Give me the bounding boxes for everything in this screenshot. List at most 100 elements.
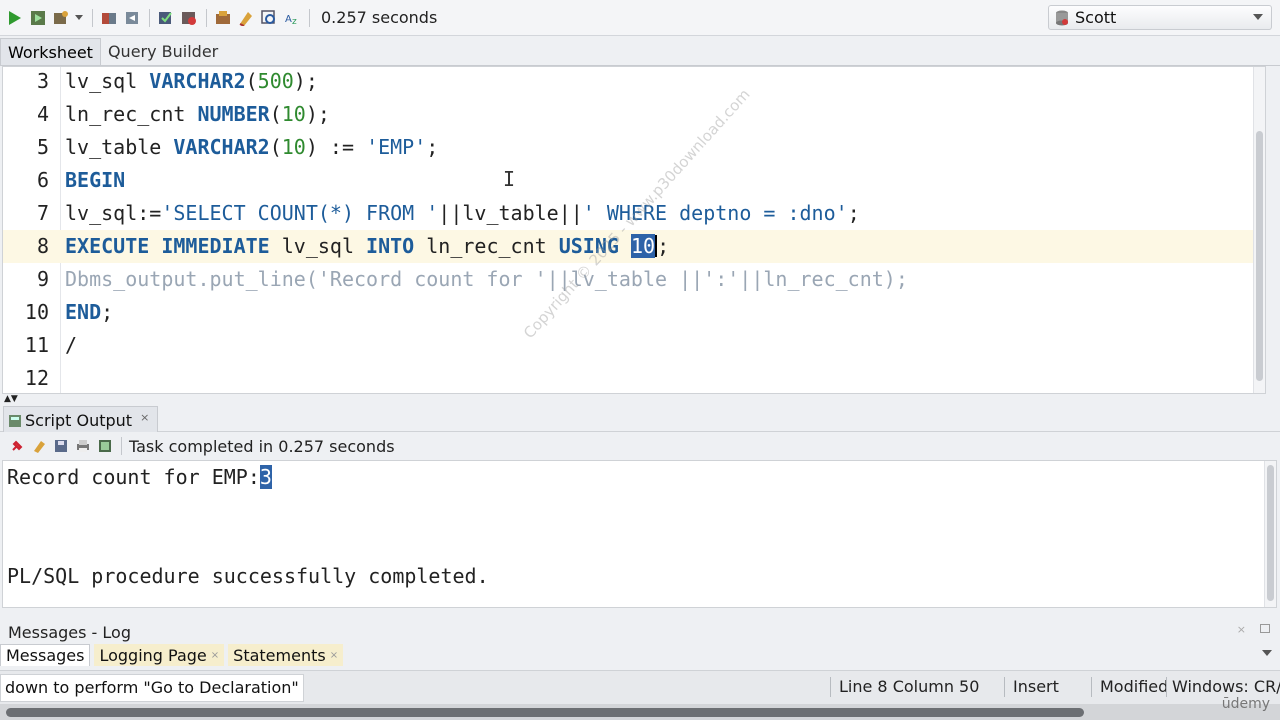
modified-status: Modified: [1100, 677, 1169, 696]
sql-editor[interactable]: 3 lv_sql VARCHAR2(500); 4 ln_rec_cnt NUMBER…: [2, 66, 1266, 394]
code-text: lv_table VARCHAR2(10) := 'EMP';: [65, 131, 438, 164]
format-icon[interactable]: [235, 7, 256, 29]
code-token: ln_rec_cnt: [426, 234, 559, 258]
code-token: Dbms_output.put_line('Record count for '…: [65, 267, 908, 291]
close-icon[interactable]: ×: [330, 650, 338, 661]
autotrace-icon[interactable]: [50, 7, 71, 29]
tab-worksheet[interactable]: Worksheet: [0, 38, 101, 65]
code-token: 10: [281, 102, 306, 126]
code-line[interactable]: 6 BEGIN: [3, 164, 1255, 197]
code-token: 10: [281, 135, 306, 159]
script-output-icon: [9, 414, 21, 427]
code-line[interactable]: 10 END;: [3, 296, 1255, 329]
database-connection-icon: [1056, 10, 1068, 25]
window-horizontal-scrollbar[interactable]: [0, 704, 1280, 720]
tab-messages[interactable]: Messages: [0, 644, 91, 666]
code-line[interactable]: 4 ln_rec_cnt NUMBER(10);: [3, 98, 1255, 131]
line-number: 11: [24, 333, 49, 357]
scrollbar-thumb[interactable]: [1256, 131, 1263, 381]
tuning-advisor-icon[interactable]: [178, 7, 199, 29]
script-output-header: Script Output ×: [0, 404, 1280, 432]
edit-mode[interactable]: Insert: [1013, 677, 1059, 696]
toolbar-divider: [206, 8, 207, 27]
print-icon[interactable]: [72, 436, 94, 456]
code-token: );: [293, 69, 318, 93]
code-line[interactable]: 11 /: [3, 329, 1255, 362]
clear-output-icon[interactable]: [28, 436, 50, 456]
explain-plan-icon[interactable]: [155, 7, 176, 29]
chevron-down-icon[interactable]: [1262, 650, 1272, 656]
open-output-icon[interactable]: [94, 436, 116, 456]
code-token: /: [65, 333, 78, 357]
output-text: Record count for EMP:: [7, 465, 260, 489]
code-line[interactable]: 12: [3, 362, 1255, 393]
code-token: VARCHAR2: [149, 69, 246, 93]
split-toggle-icon[interactable]: ▲▼: [4, 394, 18, 404]
close-icon[interactable]: ×: [1237, 623, 1246, 636]
code-token: ;: [847, 201, 860, 225]
maximize-icon[interactable]: [1260, 624, 1270, 633]
tab-statements[interactable]: Statements ×: [228, 644, 344, 666]
output-line: Record count for EMP:3: [7, 465, 272, 489]
commit-icon[interactable]: [98, 7, 119, 29]
code-text: /: [65, 329, 77, 362]
code-token: lv_sql:=: [65, 201, 162, 225]
code-line[interactable]: 7 lv_sql:='SELECT COUNT(*) FROM '||lv_tab…: [3, 197, 1255, 230]
line-number: 4: [36, 102, 49, 126]
connection-selector[interactable]: Scott: [1048, 5, 1272, 30]
status-divider: [1091, 677, 1092, 697]
script-output-content[interactable]: Record count for EMP:3 PL/SQL procedure s…: [2, 460, 1277, 608]
close-icon[interactable]: ×: [211, 650, 219, 661]
line-number: 6: [36, 168, 49, 192]
connection-name: Scott: [1075, 8, 1117, 27]
status-divider: [1166, 677, 1167, 697]
line-number: 10: [24, 300, 49, 324]
line-number: 5: [36, 135, 49, 159]
cursor-position: Line 8 Column 50: [839, 677, 980, 696]
code-token: lv_table: [65, 135, 174, 159]
messages-tab-bar: Messages Logging Page × Statements ×: [0, 644, 1280, 666]
code-token: ;: [101, 300, 114, 324]
line-ending-encoding[interactable]: Windows: CR/: [1172, 677, 1280, 696]
code-token: 'EMP': [366, 135, 427, 159]
rollback-icon[interactable]: [121, 7, 142, 29]
chevron-down-icon: [1253, 14, 1263, 20]
code-token: );: [305, 102, 330, 126]
toolbar-divider: [309, 8, 310, 27]
code-token: ) :=: [305, 135, 367, 159]
messages-log-panel: Messages - Log × Messages Logging Page × St…: [0, 618, 1280, 668]
tab-script-output[interactable]: Script Output ×: [3, 406, 159, 432]
selected-output-text: 3: [259, 465, 272, 489]
pin-icon[interactable]: [6, 436, 28, 456]
close-icon[interactable]: ×: [140, 411, 149, 424]
tab-logging-page[interactable]: Logging Page ×: [94, 644, 225, 666]
code-text: END;: [65, 296, 113, 329]
code-token: ln_rec_cnt: [65, 102, 198, 126]
tab-query-builder[interactable]: Query Builder: [101, 38, 225, 65]
editor-vertical-scrollbar[interactable]: [1253, 67, 1265, 393]
code-token: ;: [657, 234, 670, 258]
sql-history-icon[interactable]: [212, 7, 233, 29]
execution-time: 0.257 seconds: [321, 8, 438, 27]
scrollbar-thumb[interactable]: [6, 708, 1084, 717]
find-icon[interactable]: [258, 7, 279, 29]
main-toolbar: Az 0.257 seconds Scott: [0, 0, 1280, 36]
messages-log-title: Messages - Log: [8, 623, 131, 642]
svg-text:A: A: [285, 14, 292, 25]
code-line[interactable]: 5 lv_table VARCHAR2(10) := 'EMP';: [3, 131, 1255, 164]
scrollbar-thumb[interactable]: [1267, 465, 1274, 601]
code-line[interactable]: 8 EXECUTE IMMEDIATE lv_sql INTO ln_rec_cn…: [3, 230, 1255, 263]
code-token: INTO: [366, 234, 427, 258]
status-bar: down to perform "Go to Declaration" Line…: [0, 670, 1280, 704]
code-line[interactable]: 9 Dbms_output.put_line('Record count for …: [3, 263, 1255, 296]
code-line[interactable]: 3 lv_sql VARCHAR2(500);: [3, 67, 1255, 98]
output-line: PL/SQL procedure successfully completed.: [7, 564, 489, 588]
code-token: lv_sql: [281, 234, 367, 258]
save-icon[interactable]: [50, 436, 72, 456]
output-vertical-scrollbar[interactable]: [1264, 461, 1276, 607]
run-script-icon[interactable]: [27, 7, 48, 29]
run-statement-icon[interactable]: [4, 7, 25, 29]
script-output-label: Script Output: [25, 411, 133, 430]
dropdown-icon[interactable]: [73, 7, 85, 29]
unshared-worksheet-icon[interactable]: Az: [281, 7, 302, 29]
